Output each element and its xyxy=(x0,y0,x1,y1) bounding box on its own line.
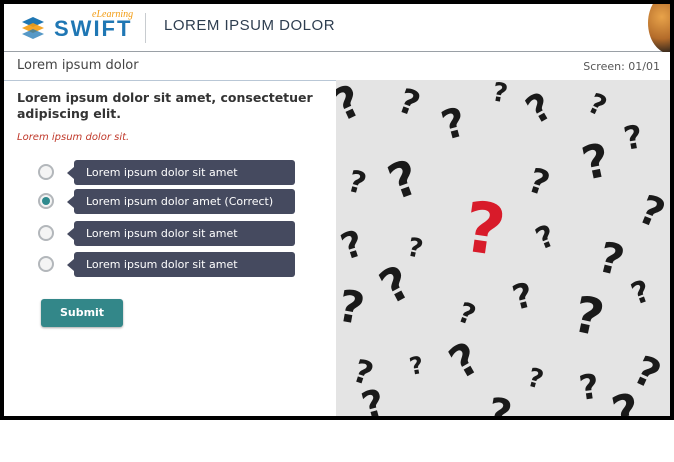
radio-button-selected[interactable] xyxy=(38,193,54,209)
swift-logo-icon xyxy=(22,17,44,39)
answer-option[interactable]: Lorem ipsum dolor sit amet xyxy=(38,252,298,278)
question-marks-illustration: ? ? ? ? ? ? ? ? ? ? ? ? ? ? ? ? ? ? ? ? xyxy=(336,80,670,416)
screen-header: Lorem ipsum dolor Screen: 01/01 xyxy=(4,52,670,81)
header-divider xyxy=(145,13,146,43)
answer-option[interactable]: Lorem ipsum dolor sit amet xyxy=(38,160,298,186)
radio-button[interactable] xyxy=(38,225,54,241)
logo-tagline: eLearning xyxy=(92,9,134,20)
radio-button[interactable] xyxy=(38,256,54,272)
instruction-text: Lorem ipsum dolor sit. xyxy=(17,132,130,143)
submit-button[interactable]: Submit xyxy=(41,299,123,327)
answer-option-selected[interactable]: Lorem ipsum dolor amet (Correct) xyxy=(38,189,298,215)
answer-option[interactable]: Lorem ipsum dolor sit amet xyxy=(38,221,298,247)
option-label[interactable]: Lorem ipsum dolor amet (Correct) xyxy=(67,189,295,214)
corner-decoration xyxy=(648,4,670,54)
course-title: LOREM IPSUM DOLOR xyxy=(164,17,336,34)
screen-title: Lorem ipsum dolor xyxy=(17,58,139,73)
question-marks-image: ? ? ? ? ? ? ? ? ? ? ? ? ? ? ? ? ? ? ? ? xyxy=(336,80,670,416)
option-label[interactable]: Lorem ipsum dolor sit amet xyxy=(67,221,295,246)
radio-button[interactable] xyxy=(38,164,54,180)
question-text: Lorem ipsum dolor sit amet, consectetuer… xyxy=(17,90,313,121)
app-frame: SWIFT eLearning LOREM IPSUM DOLOR Lorem … xyxy=(0,0,674,420)
option-label[interactable]: Lorem ipsum dolor sit amet xyxy=(67,252,295,277)
screen-counter: Screen: 01/01 xyxy=(583,60,660,73)
option-label[interactable]: Lorem ipsum dolor sit amet xyxy=(67,160,295,185)
top-bar: SWIFT eLearning LOREM IPSUM DOLOR xyxy=(4,4,670,54)
